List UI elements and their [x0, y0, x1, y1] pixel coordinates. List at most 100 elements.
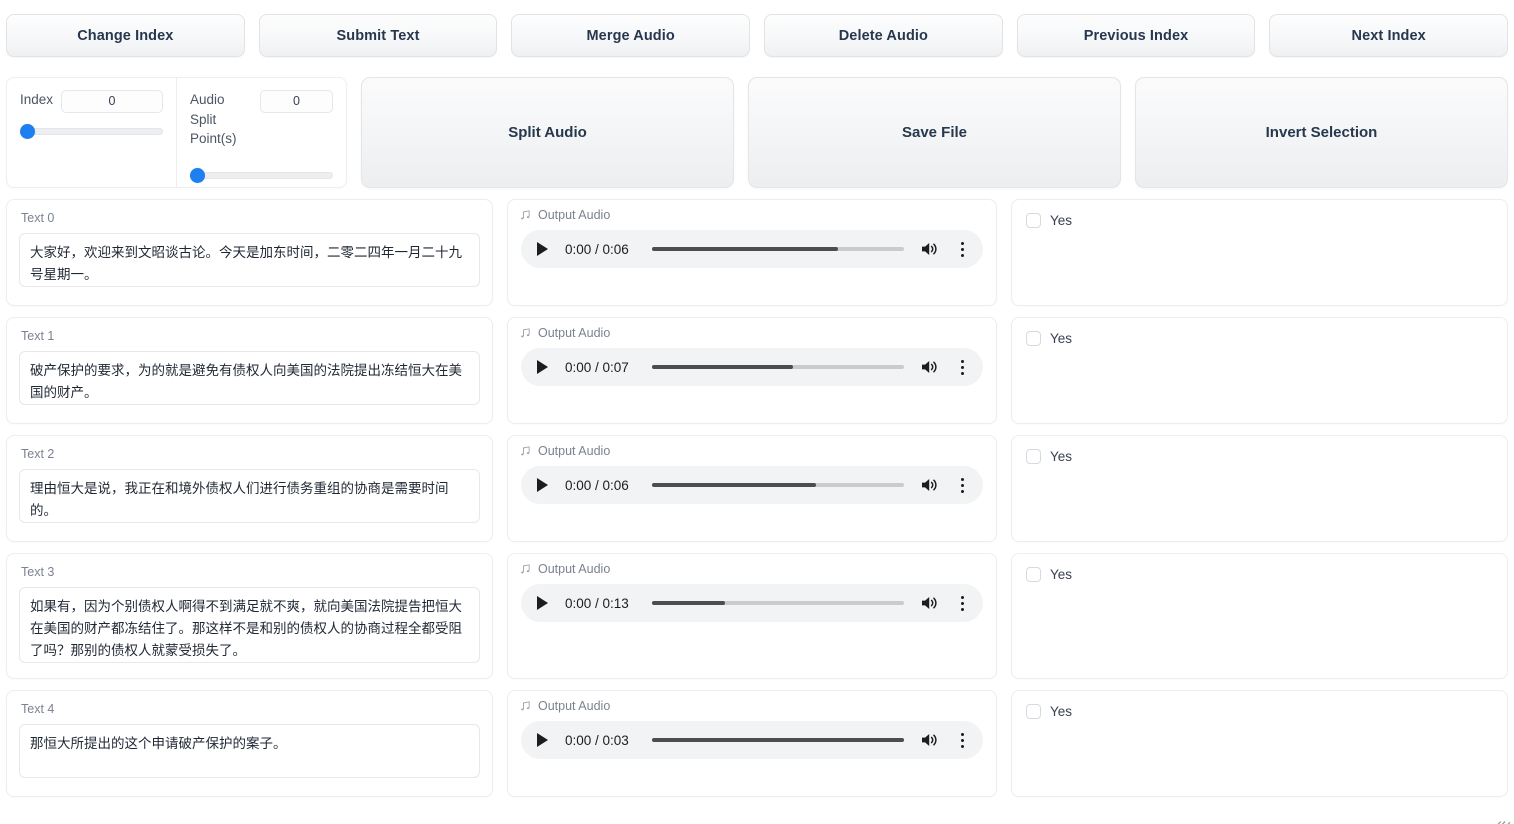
volume-icon[interactable]: [920, 731, 940, 749]
output-audio-tag: Output Audio: [515, 324, 619, 342]
selection-checkbox[interactable]: [1026, 449, 1041, 464]
volume-icon[interactable]: [920, 594, 940, 612]
audio-card: Output Audio 0:00 / 0:06: [507, 199, 997, 306]
table-row: Text 2理由恒大是说，我正在和境外债权人们进行债务重组的协商是需要时间的。O…: [6, 435, 1508, 542]
slider-panel: Index 0 Audio Split Point(s) 0: [6, 77, 347, 188]
music-note-icon: [519, 563, 532, 576]
selection-checkbox[interactable]: [1026, 567, 1041, 582]
top-toolbar: Change Index Submit Text Merge Audio Del…: [0, 0, 1514, 63]
audio-progress-bar[interactable]: [652, 247, 904, 251]
text-card: Text 2理由恒大是说，我正在和境外债权人们进行债务重组的协商是需要时间的。: [6, 435, 493, 542]
audio-card: Output Audio 0:00 / 0:03: [507, 690, 997, 797]
audio-player: 0:00 / 0:13: [521, 584, 983, 622]
selection-card: Yes: [1011, 435, 1508, 542]
output-audio-label: Output Audio: [538, 444, 610, 458]
play-button[interactable]: [537, 478, 548, 492]
audio-progress-bar[interactable]: [652, 738, 904, 742]
audio-card: Output Audio 0:00 / 0:06: [507, 435, 997, 542]
audio-player: 0:00 / 0:07: [521, 348, 983, 386]
rows-container: Text 0大家好，欢迎来到文昭谈古论。今天是加东时间，二零二四年一月二十九号星…: [0, 188, 1514, 797]
output-audio-tag: Output Audio: [515, 697, 619, 715]
index-slider[interactable]: [20, 124, 163, 138]
output-audio-tag: Output Audio: [515, 442, 619, 460]
output-audio-tag: Output Audio: [515, 560, 619, 578]
selection-card: Yes: [1011, 317, 1508, 424]
resize-grip-icon: [1500, 811, 1511, 822]
index-slider-thumb[interactable]: [20, 124, 35, 139]
play-button[interactable]: [537, 242, 548, 256]
audio-split-slider[interactable]: [190, 169, 333, 183]
play-button[interactable]: [537, 733, 548, 747]
audio-more-options-icon[interactable]: [953, 731, 971, 749]
selection-checkbox-label: Yes: [1050, 704, 1072, 719]
selection-card: Yes: [1011, 553, 1508, 679]
selection-card: Yes: [1011, 199, 1508, 306]
output-audio-tag: Output Audio: [515, 206, 619, 224]
audio-card: Output Audio 0:00 / 0:13: [507, 553, 997, 679]
audio-time-display: 0:00 / 0:03: [565, 733, 629, 748]
controls-row: Index 0 Audio Split Point(s) 0 S: [0, 63, 1514, 188]
audio-more-options-icon[interactable]: [953, 358, 971, 376]
next-index-button[interactable]: Next Index: [1269, 14, 1508, 57]
index-value-input[interactable]: 0: [61, 90, 163, 113]
text-card: Text 3如果有，因为个别债权人啊得不到满足就不爽，就向美国法院提告把恒大在美…: [6, 553, 493, 679]
selection-checkbox[interactable]: [1026, 331, 1041, 346]
output-audio-label: Output Audio: [538, 208, 610, 222]
audio-time-display: 0:00 / 0:13: [565, 596, 629, 611]
play-button[interactable]: [537, 596, 548, 610]
text-card: Text 0大家好，欢迎来到文昭谈古论。今天是加东时间，二零二四年一月二十九号星…: [6, 199, 493, 306]
audio-time-display: 0:00 / 0:07: [565, 360, 629, 375]
selection-checkbox-wrap[interactable]: Yes: [1026, 567, 1493, 582]
index-slider-rail: [20, 128, 163, 135]
text-input[interactable]: 理由恒大是说，我正在和境外债权人们进行债务重组的协商是需要时间的。: [19, 469, 480, 523]
text-input[interactable]: 破产保护的要求，为的就是避免有债权人向美国的法院提出冻结恒大在美国的财产。: [19, 351, 480, 405]
resize-grip-icon: [1500, 811, 1511, 822]
selection-checkbox-wrap[interactable]: Yes: [1026, 331, 1493, 346]
volume-icon[interactable]: [920, 358, 940, 376]
output-audio-label: Output Audio: [538, 326, 610, 340]
invert-selection-button[interactable]: Invert Selection: [1135, 77, 1508, 188]
table-row: Text 0大家好，欢迎来到文昭谈古论。今天是加东时间，二零二四年一月二十九号星…: [6, 199, 1508, 306]
resize-grip-icon: [1500, 811, 1511, 822]
save-file-button[interactable]: Save File: [748, 77, 1121, 188]
text-input[interactable]: 如果有，因为个别债权人啊得不到满足就不爽，就向美国法院提告把恒大在美国的财产都冻…: [19, 587, 480, 663]
audio-player: 0:00 / 0:06: [521, 466, 983, 504]
submit-text-button[interactable]: Submit Text: [259, 14, 498, 57]
table-row: Text 4那恒大所提出的这个申请破产保护的案子。Output Audio0:0…: [6, 690, 1508, 797]
audio-more-options-icon[interactable]: [953, 240, 971, 258]
audio-time-display: 0:00 / 0:06: [565, 478, 629, 493]
audio-split-slider-thumb[interactable]: [190, 168, 205, 183]
text-input[interactable]: 大家好，欢迎来到文昭谈古论。今天是加东时间，二零二四年一月二十九号星期一。: [19, 233, 480, 287]
selection-checkbox-wrap[interactable]: Yes: [1026, 449, 1493, 464]
audio-progress-bar[interactable]: [652, 365, 904, 369]
text-field-label: Text 1: [21, 329, 480, 343]
change-index-button[interactable]: Change Index: [6, 14, 245, 57]
previous-index-button[interactable]: Previous Index: [1017, 14, 1256, 57]
audio-progress-bar[interactable]: [652, 601, 904, 605]
audio-progress-bar[interactable]: [652, 483, 904, 487]
selection-checkbox[interactable]: [1026, 213, 1041, 228]
text-card: Text 1 破产保护的要求，为的就是避免有债权人向美国的法院提出冻结恒大在美国的…: [6, 317, 493, 424]
audio-more-options-icon[interactable]: [953, 594, 971, 612]
audio-more-options-icon[interactable]: [953, 476, 971, 494]
selection-checkbox-label: Yes: [1050, 567, 1072, 582]
audio-player: 0:00 / 0:03: [521, 721, 983, 759]
audio-split-value-input[interactable]: 0: [260, 90, 333, 113]
play-button[interactable]: [537, 360, 548, 374]
table-row: Text 1 破产保护的要求，为的就是避免有债权人向美国的法院提出冻结恒大在美国的…: [6, 317, 1508, 424]
resize-grip-icon: [1500, 811, 1511, 822]
volume-icon[interactable]: [920, 240, 940, 258]
selection-checkbox[interactable]: [1026, 704, 1041, 719]
volume-icon[interactable]: [920, 476, 940, 494]
split-audio-button[interactable]: Split Audio: [361, 77, 734, 188]
selection-card: Yes: [1011, 690, 1508, 797]
audio-split-header: Audio Split Point(s) 0: [190, 90, 333, 149]
selection-checkbox-wrap[interactable]: Yes: [1026, 213, 1493, 228]
delete-audio-button[interactable]: Delete Audio: [764, 14, 1003, 57]
table-row: Text 3如果有，因为个别债权人啊得不到满足就不爽，就向美国法院提告把恒大在美…: [6, 553, 1508, 679]
merge-audio-button[interactable]: Merge Audio: [511, 14, 750, 57]
text-input[interactable]: 那恒大所提出的这个申请破产保护的案子。: [19, 724, 480, 778]
music-note-icon: [519, 327, 532, 340]
selection-checkbox-wrap[interactable]: Yes: [1026, 704, 1493, 719]
audio-player: 0:00 / 0:06: [521, 230, 983, 268]
